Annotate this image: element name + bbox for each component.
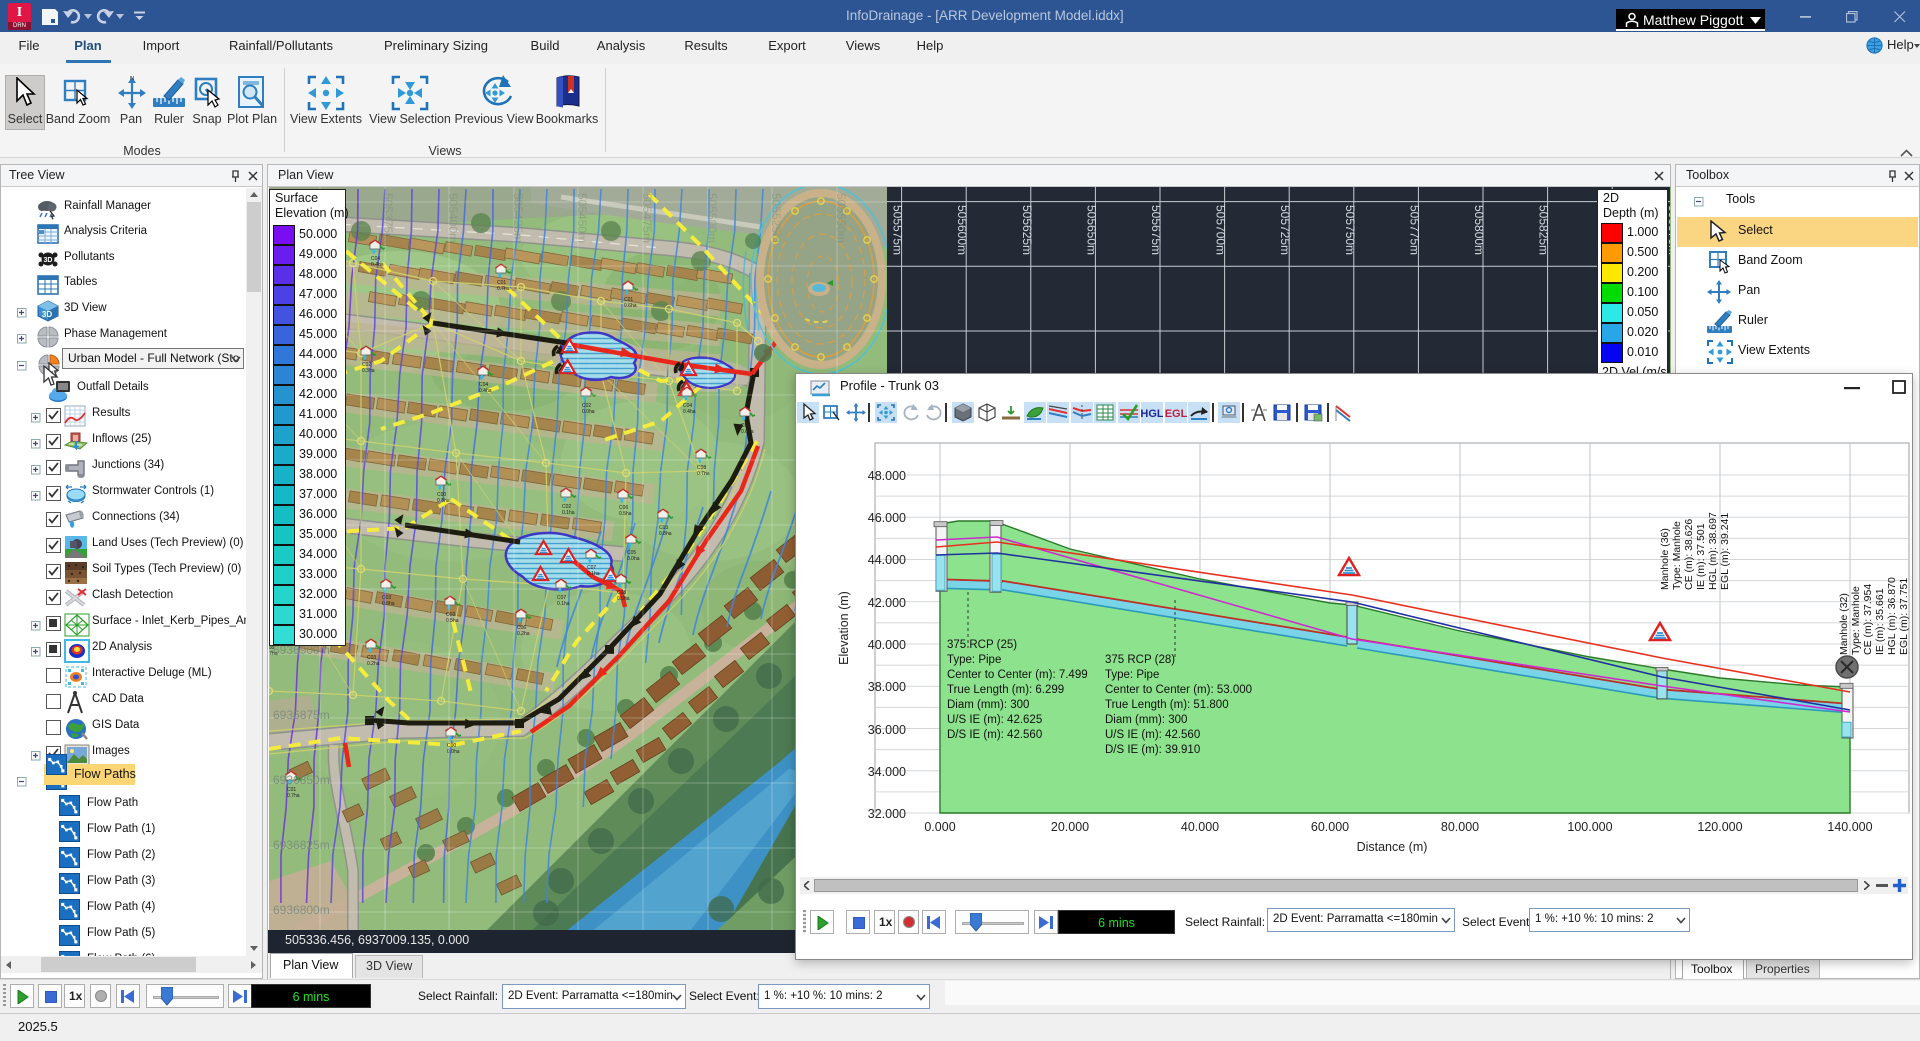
svg-text:505675m: 505675m	[1149, 205, 1163, 255]
svg-text:44.000: 44.000	[868, 553, 906, 567]
svg-text:505725m: 505725m	[1278, 205, 1292, 255]
svg-text:0.5ha: 0.5ha	[446, 618, 459, 624]
svg-text:46.000: 46.000	[868, 511, 906, 525]
svg-text:Type: Pipe: Type: Pipe	[947, 654, 1001, 666]
svg-text:0.4ha: 0.4ha	[683, 409, 696, 415]
svg-text:36.000: 36.000	[868, 723, 906, 737]
svg-text:Type: Pipe: Type: Pipe	[1105, 669, 1159, 681]
svg-text:Type: Manhole: Type: Manhole	[1671, 521, 1683, 590]
svg-text:32.000: 32.000	[868, 807, 906, 821]
svg-text:6936875m: 6936875m	[273, 708, 330, 722]
svg-text:3D: 3D	[42, 310, 52, 319]
svg-text:0.0ha: 0.0ha	[582, 409, 595, 415]
svg-text:0.4ha: 0.4ha	[479, 388, 492, 394]
svg-text:6936800m: 6936800m	[273, 903, 330, 917]
svg-text:Type: Manhole: Type: Manhole	[1850, 586, 1862, 655]
svg-text:6936850m: 6936850m	[273, 773, 330, 787]
svg-text:IE (m): 37.501: IE (m): 37.501	[1695, 523, 1707, 590]
svg-text:0.0ha: 0.0ha	[627, 556, 640, 562]
svg-text:0.7ha: 0.7ha	[497, 286, 510, 292]
svg-text:0.4ha: 0.4ha	[371, 262, 384, 268]
svg-text:0.2ha: 0.2ha	[517, 631, 530, 637]
svg-text:0.8ha: 0.8ha	[659, 531, 672, 537]
svg-text:Manhole (32): Manhole (32)	[1838, 593, 1850, 655]
svg-text:IE (m): 35.661: IE (m): 35.661	[1874, 588, 1886, 655]
svg-text:505825m: 505825m	[1537, 205, 1551, 255]
svg-text:Manhole (36): Manhole (36)	[1659, 528, 1671, 590]
svg-text:505800m: 505800m	[1472, 205, 1486, 255]
svg-text:True Length (m): 51.800: True Length (m): 51.800	[1105, 699, 1229, 711]
svg-text:EGL (m): 39.241: EGL (m): 39.241	[1719, 513, 1731, 590]
svg-text:Distance (m): Distance (m)	[1357, 840, 1428, 854]
svg-text:6936825m: 6936825m	[273, 838, 330, 852]
svg-text:HGL (m): 36.870: HGL (m): 36.870	[1886, 577, 1898, 655]
svg-text:HGL (m): 38.697: HGL (m): 38.697	[1707, 512, 1719, 590]
svg-text:505575m: 505575m	[891, 205, 905, 255]
svg-text:505775m: 505775m	[1407, 205, 1421, 255]
svg-text:505700m: 505700m	[1214, 205, 1228, 255]
svg-text:60.000: 60.000	[1311, 820, 1349, 834]
svg-text:0.2ha: 0.2ha	[367, 661, 380, 667]
svg-text:375 RCP (25): 375 RCP (25)	[947, 639, 1017, 651]
svg-text:0.8ha: 0.8ha	[382, 601, 395, 607]
svg-text:0.5ha: 0.5ha	[619, 511, 632, 517]
svg-text:20.000: 20.000	[1051, 820, 1089, 834]
svg-text:U/S IE (m): 42.560: U/S IE (m): 42.560	[1105, 729, 1200, 741]
svg-text:Center to Center (m): 7.499: Center to Center (m): 7.499	[947, 669, 1088, 681]
svg-text:CE (m): 37.954: CE (m): 37.954	[1862, 584, 1874, 655]
svg-text:505525m: 505525m	[769, 193, 783, 243]
svg-text:42.000: 42.000	[868, 596, 906, 610]
svg-text:0.1ha: 0.1ha	[587, 571, 600, 577]
svg-text:40.000: 40.000	[1181, 820, 1219, 834]
svg-text:505750m: 505750m	[1343, 205, 1357, 255]
svg-text:0.6ha: 0.6ha	[624, 303, 637, 309]
svg-text:0.000: 0.000	[924, 820, 955, 834]
svg-text:EGL: EGL	[1165, 408, 1187, 420]
svg-text:D/S IE (m): 42.560: D/S IE (m): 42.560	[947, 729, 1042, 741]
svg-text:D/S IE (m): 39.910: D/S IE (m): 39.910	[1105, 744, 1200, 756]
svg-text:True Length (m): 6.299: True Length (m): 6.299	[947, 684, 1064, 696]
svg-text:EGL (m): 37.751: EGL (m): 37.751	[1898, 578, 1910, 655]
svg-text:0.1ha: 0.1ha	[557, 601, 570, 607]
svg-text:48.000: 48.000	[868, 469, 906, 483]
svg-text:Center to Center (m): 53.000: Center to Center (m): 53.000	[1105, 684, 1252, 696]
svg-text:CE (m): 38.626: CE (m): 38.626	[1683, 519, 1695, 590]
svg-text:N: N	[130, 76, 134, 82]
svg-text:Diam (mm): 300: Diam (mm): 300	[1105, 714, 1187, 726]
svg-text:40.000: 40.000	[868, 638, 906, 652]
svg-text:HGL: HGL	[1141, 408, 1163, 420]
svg-text:505650m: 505650m	[1084, 205, 1098, 255]
svg-text:505550m: 505550m	[834, 193, 848, 243]
svg-text:140.000: 140.000	[1827, 820, 1872, 834]
svg-text:38.000: 38.000	[868, 680, 906, 694]
svg-text:Diam (mm): 300: Diam (mm): 300	[947, 699, 1029, 711]
svg-text:0.0ha: 0.0ha	[617, 596, 630, 602]
svg-text:505625m: 505625m	[1020, 205, 1034, 255]
svg-text:Elevation (m): Elevation (m)	[837, 591, 851, 665]
svg-text:120.000: 120.000	[1697, 820, 1742, 834]
svg-text:34.000: 34.000	[868, 765, 906, 779]
svg-text:505500m: 505500m	[705, 193, 719, 243]
svg-text:505375m: 505375m	[381, 193, 395, 243]
svg-text:0.7ha: 0.7ha	[287, 793, 300, 799]
svg-text:505600m: 505600m	[955, 205, 969, 255]
svg-text:0.6ha: 0.6ha	[741, 429, 754, 435]
svg-text:505475m: 505475m	[640, 193, 654, 243]
svg-text:505400m: 505400m	[446, 193, 460, 243]
svg-text:U/S IE (m): 42.625: U/S IE (m): 42.625	[947, 714, 1042, 726]
svg-text:80.000: 80.000	[1441, 820, 1479, 834]
svg-text:100.000: 100.000	[1567, 820, 1612, 834]
svg-text:505450m: 505450m	[575, 193, 589, 243]
svg-text:0.8ha: 0.8ha	[437, 498, 450, 504]
svg-text:0.3ha: 0.3ha	[362, 368, 375, 374]
svg-text:3D: 3D	[44, 257, 53, 264]
svg-text:505425m: 505425m	[511, 193, 525, 243]
svg-text:0.1ha: 0.1ha	[562, 510, 575, 516]
svg-text:375 RCP (28): 375 RCP (28)	[1105, 654, 1175, 666]
